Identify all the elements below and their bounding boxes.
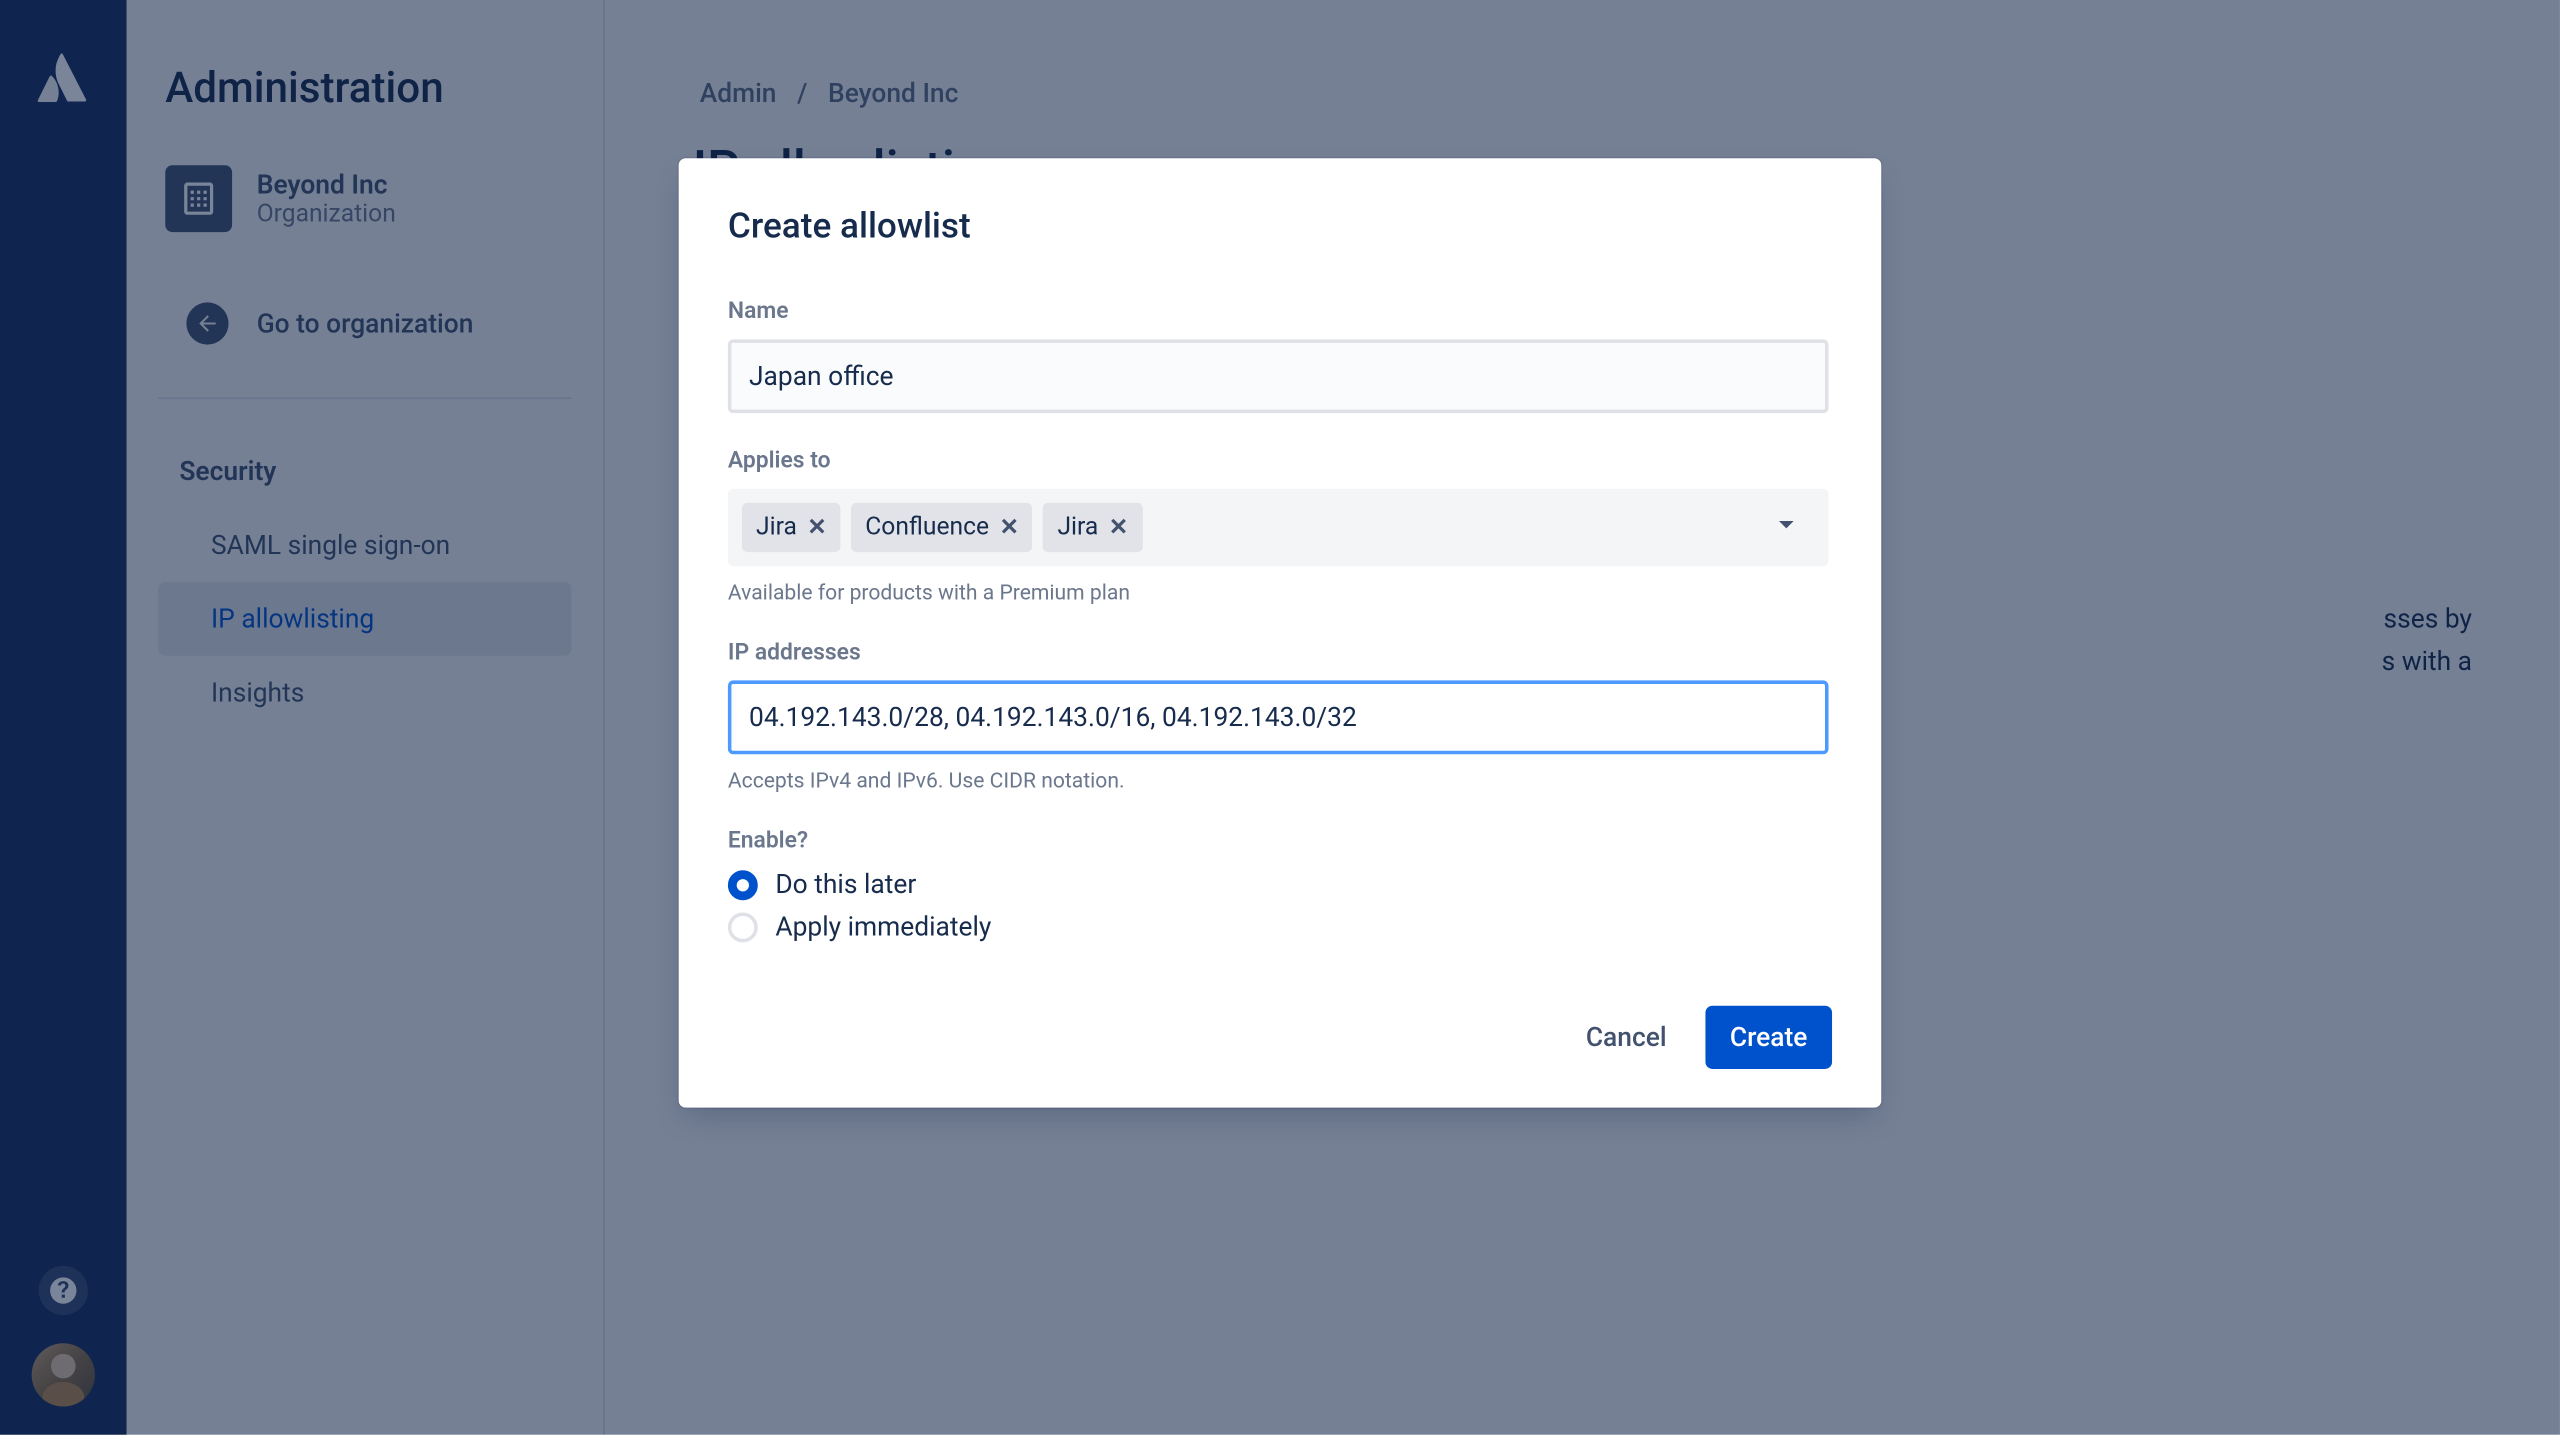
tag-remove-icon[interactable]: ✕ [1109, 514, 1128, 540]
tag-jira-2: Jira ✕ [1043, 503, 1142, 552]
tag-confluence: Confluence ✕ [851, 503, 1033, 552]
radio-checked-icon [728, 869, 758, 899]
create-allowlist-modal: Create allowlist Name Applies to Jira ✕ … [679, 158, 1882, 1107]
ip-addresses-label: IP addresses [728, 640, 1832, 666]
ip-addresses-helper: Accepts IPv4 and IPv6. Use CIDR notation… [728, 768, 1832, 793]
chevron-down-icon[interactable] [1769, 506, 1804, 548]
create-button[interactable]: Create [1705, 1006, 1832, 1069]
applies-to-label: Applies to [728, 448, 1832, 474]
tag-label: Jira [1057, 513, 1098, 541]
name-label: Name [728, 299, 1832, 325]
radio-label: Do this later [775, 869, 916, 901]
cancel-button[interactable]: Cancel [1561, 1006, 1691, 1069]
tag-remove-icon[interactable]: ✕ [807, 514, 826, 540]
radio-unchecked-icon [728, 912, 758, 942]
applies-to-helper: Available for products with a Premium pl… [728, 580, 1832, 605]
name-input[interactable] [728, 339, 1829, 413]
radio-apply-immediately[interactable]: Apply immediately [728, 911, 1832, 943]
tag-jira-1: Jira ✕ [742, 503, 841, 552]
ip-addresses-input[interactable] [728, 680, 1829, 754]
applies-to-select[interactable]: Jira ✕ Confluence ✕ Jira ✕ [728, 489, 1829, 566]
modal-overlay[interactable]: Create allowlist Name Applies to Jira ✕ … [0, 0, 2560, 1435]
enable-label: Enable? [728, 828, 1832, 854]
modal-title: Create allowlist [728, 204, 1832, 246]
tag-remove-icon[interactable]: ✕ [1000, 514, 1019, 540]
tag-label: Confluence [865, 513, 989, 541]
radio-label: Apply immediately [775, 911, 991, 943]
radio-do-this-later[interactable]: Do this later [728, 869, 1832, 901]
tag-label: Jira [756, 513, 797, 541]
